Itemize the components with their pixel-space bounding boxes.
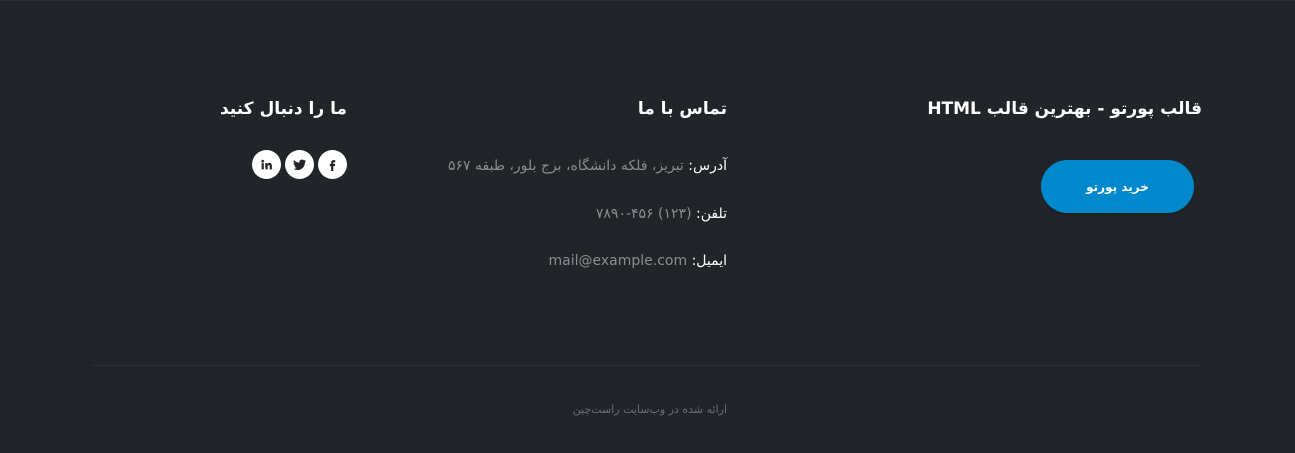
email-value[interactable]: mail@example.com xyxy=(549,253,688,269)
contact-column-title: تماس با ما xyxy=(637,99,727,119)
linkedin-link[interactable] xyxy=(252,150,281,179)
email-label: ایمیل: xyxy=(691,253,727,269)
follow-column-title: ما را دنبال کنید xyxy=(219,99,347,119)
twitter-link[interactable] xyxy=(285,150,314,179)
phone-value[interactable]: (۱۲۳) ۴۵۶-۷۸۹۰ xyxy=(596,206,692,222)
linkedin-icon xyxy=(260,158,273,171)
copyright-text: ارائه شده در وب‌سایت راست‌چین xyxy=(572,403,727,416)
address-label: آدرس: xyxy=(688,158,727,174)
facebook-link[interactable] xyxy=(318,150,347,179)
contact-address: آدرس: تبریز، فلکه دانشگاه، برج بلور، طبق… xyxy=(448,156,727,176)
phone-label: تلفن: xyxy=(696,206,727,222)
facebook-icon xyxy=(326,158,339,171)
buy-porto-button[interactable]: خرید پورتو xyxy=(1041,160,1194,213)
footer-divider xyxy=(93,365,1202,366)
footer: قالب پورتو - بهترین قالب HTML خرید پورتو… xyxy=(0,0,1295,453)
social-links xyxy=(252,150,347,179)
contact-email: ایمیل: mail@example.com xyxy=(549,251,728,271)
address-value: تبریز، فلکه دانشگاه، برج بلور، طبقه ۵۶۷ xyxy=(448,158,684,174)
contact-phone: تلفن: (۱۲۳) ۴۵۶-۷۸۹۰ xyxy=(596,204,727,224)
porto-column-title: قالب پورتو - بهترین قالب HTML xyxy=(927,99,1202,119)
twitter-icon xyxy=(292,157,307,172)
